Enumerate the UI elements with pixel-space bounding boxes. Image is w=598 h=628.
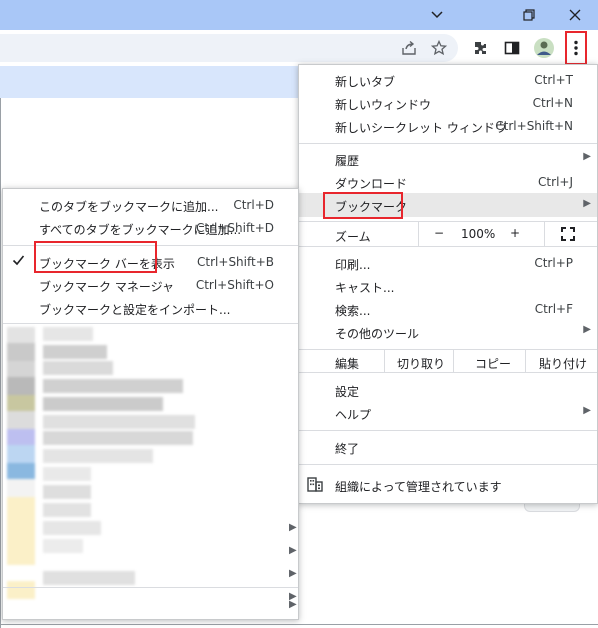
page-border-bottom xyxy=(0,624,598,625)
chevron-right-icon: ▶ xyxy=(289,545,297,556)
menu-item-more-tools[interactable]: その他のツール ▶ xyxy=(299,321,597,344)
menu-separator xyxy=(3,323,298,324)
chevron-right-icon: ▶ xyxy=(289,568,297,579)
menu-item-label: 新しいウィンドウ xyxy=(335,98,432,112)
menu-separator xyxy=(299,143,597,144)
shortcut-label: Ctrl+N xyxy=(532,96,573,110)
divider xyxy=(453,350,454,372)
zoom-out-button[interactable]: − xyxy=(434,226,444,240)
bookmarks-submenu: このタブをブックマークに追加... Ctrl+D すべてのタブをブックマークに追… xyxy=(2,188,299,620)
menu-item-bookmark-tab[interactable]: このタブをブックマークに追加... Ctrl+D xyxy=(3,194,298,217)
menu-item-label: キャスト... xyxy=(335,281,395,295)
menu-item-managed[interactable]: 組織によって管理されています xyxy=(299,474,597,497)
menu-item-label: このタブをブックマークに追加... xyxy=(39,200,219,214)
menu-item-import-bookmarks[interactable]: ブックマークと設定をインポート... xyxy=(3,297,298,320)
menu-item-history[interactable]: 履歴 ▶ xyxy=(299,148,597,171)
menu-item-label: ダウンロード xyxy=(335,177,408,191)
page-border xyxy=(0,98,1,628)
close-window-icon[interactable] xyxy=(552,0,598,30)
menu-item-new-incognito[interactable]: 新しいシークレット ウィンドウ Ctrl+Shift+N xyxy=(299,115,597,138)
shortcut-label: Ctrl+D xyxy=(233,198,274,212)
menu-item-label: 検索... xyxy=(335,304,371,318)
menu-separator xyxy=(299,464,597,465)
menu-item-label: 設定 xyxy=(335,385,360,399)
blurred-bookmark-icons xyxy=(7,327,35,599)
edit-label: 編集 xyxy=(335,357,360,371)
menu-item-label: 組織によって管理されています xyxy=(335,480,502,494)
menu-item-new-tab[interactable]: 新しいタブ Ctrl+T xyxy=(299,69,597,92)
chevron-right-icon: ▶ xyxy=(289,599,297,610)
tab-search-icon[interactable] xyxy=(414,0,460,30)
show-bookmark-bar-highlight xyxy=(34,241,157,273)
menu-item-label: その他のツール xyxy=(335,327,420,341)
shortcut-label: Ctrl+J xyxy=(538,175,573,189)
chrome-main-menu: 新しいタブ Ctrl+T 新しいウィンドウ Ctrl+N 新しいシークレット ウ… xyxy=(298,64,598,504)
menu-item-downloads[interactable]: ダウンロード Ctrl+J xyxy=(299,171,597,194)
menu-separator xyxy=(299,430,597,431)
building-icon xyxy=(307,477,323,495)
divider xyxy=(384,350,385,372)
divider xyxy=(544,222,545,246)
copy-button[interactable]: コピー xyxy=(475,355,511,372)
menu-item-label: 新しいタブ xyxy=(335,75,396,89)
shortcut-label: Ctrl+F xyxy=(534,302,573,316)
menu-item-find[interactable]: 検索... Ctrl+F xyxy=(299,298,597,321)
menu-item-cast[interactable]: キャスト... xyxy=(299,275,597,298)
checkmark-icon xyxy=(12,254,25,269)
chevron-right-icon: ▶ xyxy=(583,151,591,162)
zoom-level: 100% xyxy=(461,227,496,241)
chevron-right-icon: ▶ xyxy=(583,198,591,209)
side-panel-icon[interactable] xyxy=(500,36,524,60)
bookmarks-highlight xyxy=(323,192,403,219)
divider xyxy=(525,350,526,372)
menu-item-exit[interactable]: 終了 xyxy=(299,436,597,459)
menu-item-print[interactable]: 印刷... Ctrl+P xyxy=(299,252,597,275)
avatar[interactable] xyxy=(532,36,556,60)
restore-window-icon[interactable] xyxy=(506,0,552,30)
shortcut-label: Ctrl+P xyxy=(534,256,573,270)
edit-row: 編集 切り取り コピー 貼り付け xyxy=(299,349,597,373)
zoom-in-button[interactable]: + xyxy=(510,226,520,240)
menu-item-label: ヘルプ xyxy=(335,408,372,422)
address-bar[interactable] xyxy=(0,34,458,62)
menu-item-label: 履歴 xyxy=(335,154,360,168)
menu-item-label: 印刷... xyxy=(335,258,371,272)
fullscreen-icon[interactable] xyxy=(561,227,575,244)
divider xyxy=(418,222,419,246)
star-icon[interactable] xyxy=(427,36,451,60)
chevron-right-icon: ▶ xyxy=(289,522,297,533)
share-icon[interactable] xyxy=(397,36,421,60)
shortcut-label: Ctrl+Shift+D xyxy=(196,221,274,235)
menu-item-label: 終了 xyxy=(335,442,360,456)
menu-separator xyxy=(3,587,298,588)
menu-button-highlight xyxy=(565,31,587,65)
zoom-row: ズーム − 100% + xyxy=(299,221,597,247)
chevron-right-icon: ▶ xyxy=(583,405,591,416)
zoom-label: ズーム xyxy=(335,230,371,244)
title-bar xyxy=(0,0,598,30)
shortcut-label: Ctrl+T xyxy=(534,73,573,87)
menu-item-settings[interactable]: 設定 xyxy=(299,379,597,402)
menu-item-bookmark-all-tabs[interactable]: すべてのタブをブックマークに追加... Ctrl+Shift+D xyxy=(3,217,298,240)
blurred-bookmark-titles xyxy=(43,327,203,587)
menu-item-bookmark-manager[interactable]: ブックマーク マネージャ Ctrl+Shift+O xyxy=(3,274,298,297)
menu-item-help[interactable]: ヘルプ ▶ xyxy=(299,402,597,425)
browser-toolbar xyxy=(0,30,598,66)
cut-button[interactable]: 切り取り xyxy=(397,355,445,372)
paste-button[interactable]: 貼り付け xyxy=(539,355,587,372)
extensions-icon[interactable] xyxy=(468,36,492,60)
menu-item-label: 新しいシークレット ウィンドウ xyxy=(335,121,507,135)
shortcut-label: Ctrl+Shift+N xyxy=(495,119,573,133)
menu-item-new-window[interactable]: 新しいウィンドウ Ctrl+N xyxy=(299,92,597,115)
chevron-right-icon: ▶ xyxy=(583,324,591,335)
menu-item-label: ブックマーク マネージャ xyxy=(39,280,174,294)
menu-item-label: ブックマークと設定をインポート... xyxy=(39,303,231,317)
shortcut-label: Ctrl+Shift+O xyxy=(195,278,274,292)
shortcut-label: Ctrl+Shift+B xyxy=(197,255,274,269)
